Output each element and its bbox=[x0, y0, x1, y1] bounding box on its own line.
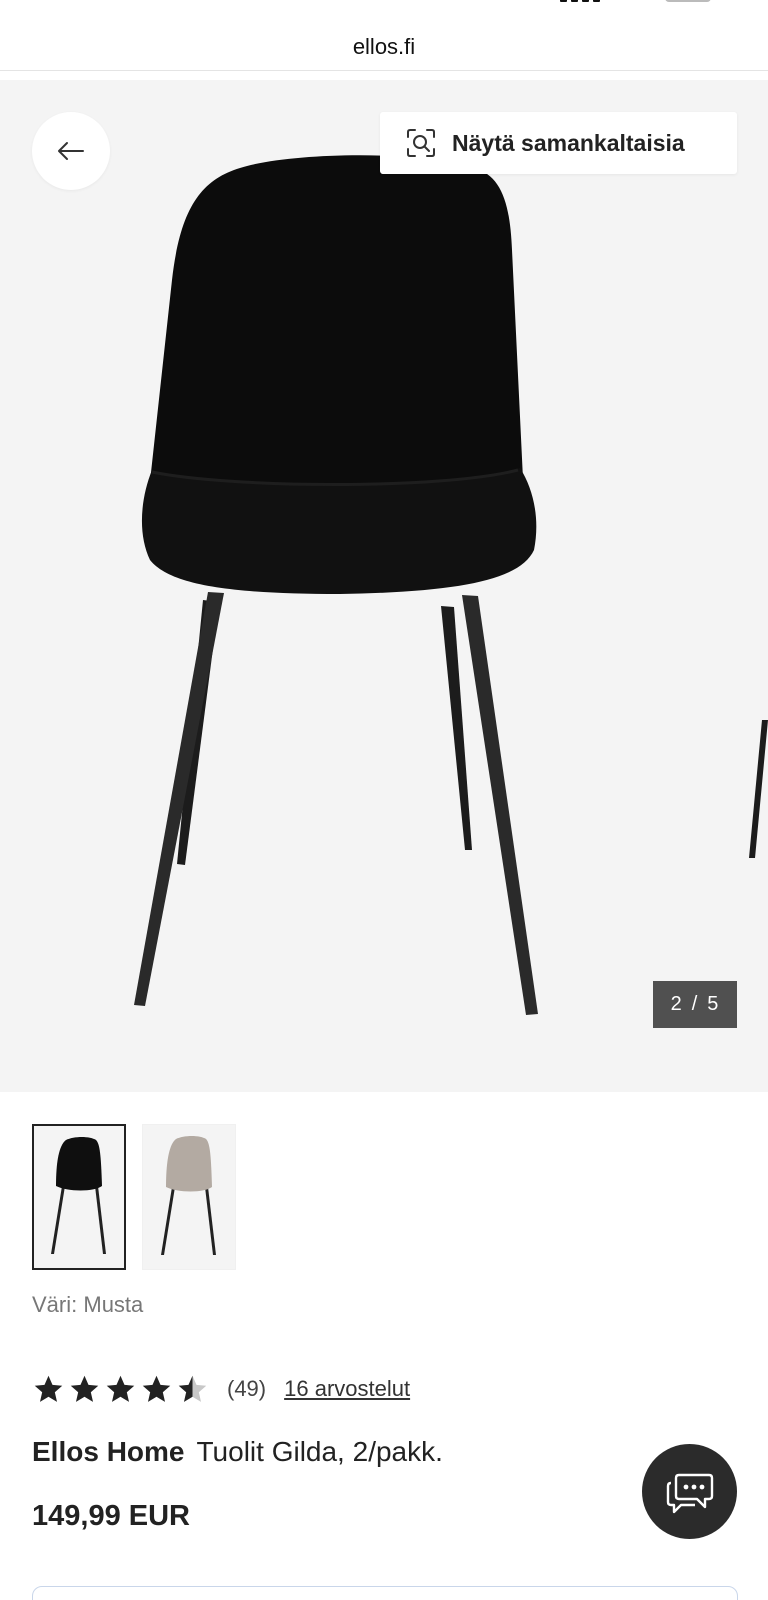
star-icon bbox=[70, 1375, 99, 1402]
star-rating bbox=[32, 1373, 209, 1406]
status-bar bbox=[0, 0, 768, 24]
swatch-beige[interactable] bbox=[142, 1124, 236, 1270]
product-title: Ellos Home Tuolit Gilda, 2/pakk. bbox=[32, 1436, 443, 1468]
product-image-chair bbox=[134, 155, 768, 1015]
arrow-left-icon bbox=[58, 142, 84, 160]
image-counter-separator: / bbox=[691, 993, 699, 1015]
show-similar-label: Näytä samankaltaisia bbox=[452, 129, 685, 156]
url-text: ellos.fi bbox=[352, 34, 416, 59]
show-similar-button[interactable]: Näytä samankaltaisia bbox=[380, 112, 737, 174]
back-button[interactable] bbox=[32, 112, 110, 190]
swatch-black-image bbox=[51, 1137, 106, 1254]
color-value: Musta bbox=[83, 1292, 144, 1317]
image-counter-current: 2 bbox=[670, 993, 683, 1015]
reviews-link[interactable]: 16 arvostelut bbox=[284, 1376, 410, 1402]
half-star-icon bbox=[178, 1375, 207, 1402]
star-icon bbox=[106, 1375, 135, 1402]
image-counter-total: 5 bbox=[707, 993, 720, 1015]
url-bar[interactable]: ellos.fi bbox=[0, 24, 768, 71]
visual-search-icon bbox=[407, 129, 435, 157]
battery-icon bbox=[665, 0, 711, 2]
product-name: Tuolit Gilda, 2/pakk. bbox=[196, 1436, 443, 1467]
chat-bubbles-icon bbox=[666, 1473, 713, 1513]
color-swatches bbox=[32, 1124, 236, 1270]
rating-count: (49) bbox=[227, 1376, 267, 1401]
product-price: 149,99 EUR bbox=[32, 1500, 190, 1532]
chat-button[interactable] bbox=[642, 1444, 737, 1539]
rating-row: (49) 16 arvostelut bbox=[32, 1372, 410, 1406]
product-brand[interactable]: Ellos Home bbox=[32, 1436, 184, 1467]
signal-icon bbox=[560, 0, 602, 2]
swatch-black[interactable] bbox=[32, 1124, 126, 1270]
image-counter: 2 / 5 bbox=[653, 981, 737, 1028]
swatch-beige-image bbox=[161, 1136, 216, 1255]
next-section-card bbox=[32, 1586, 738, 1600]
product-image-gallery[interactable]: Näytä samankaltaisia 2 / 5 bbox=[0, 80, 768, 1092]
color-label: Väri: bbox=[32, 1292, 78, 1317]
star-icon bbox=[142, 1375, 171, 1402]
selected-color: Väri: Musta bbox=[32, 1292, 143, 1318]
star-icon bbox=[34, 1375, 63, 1402]
